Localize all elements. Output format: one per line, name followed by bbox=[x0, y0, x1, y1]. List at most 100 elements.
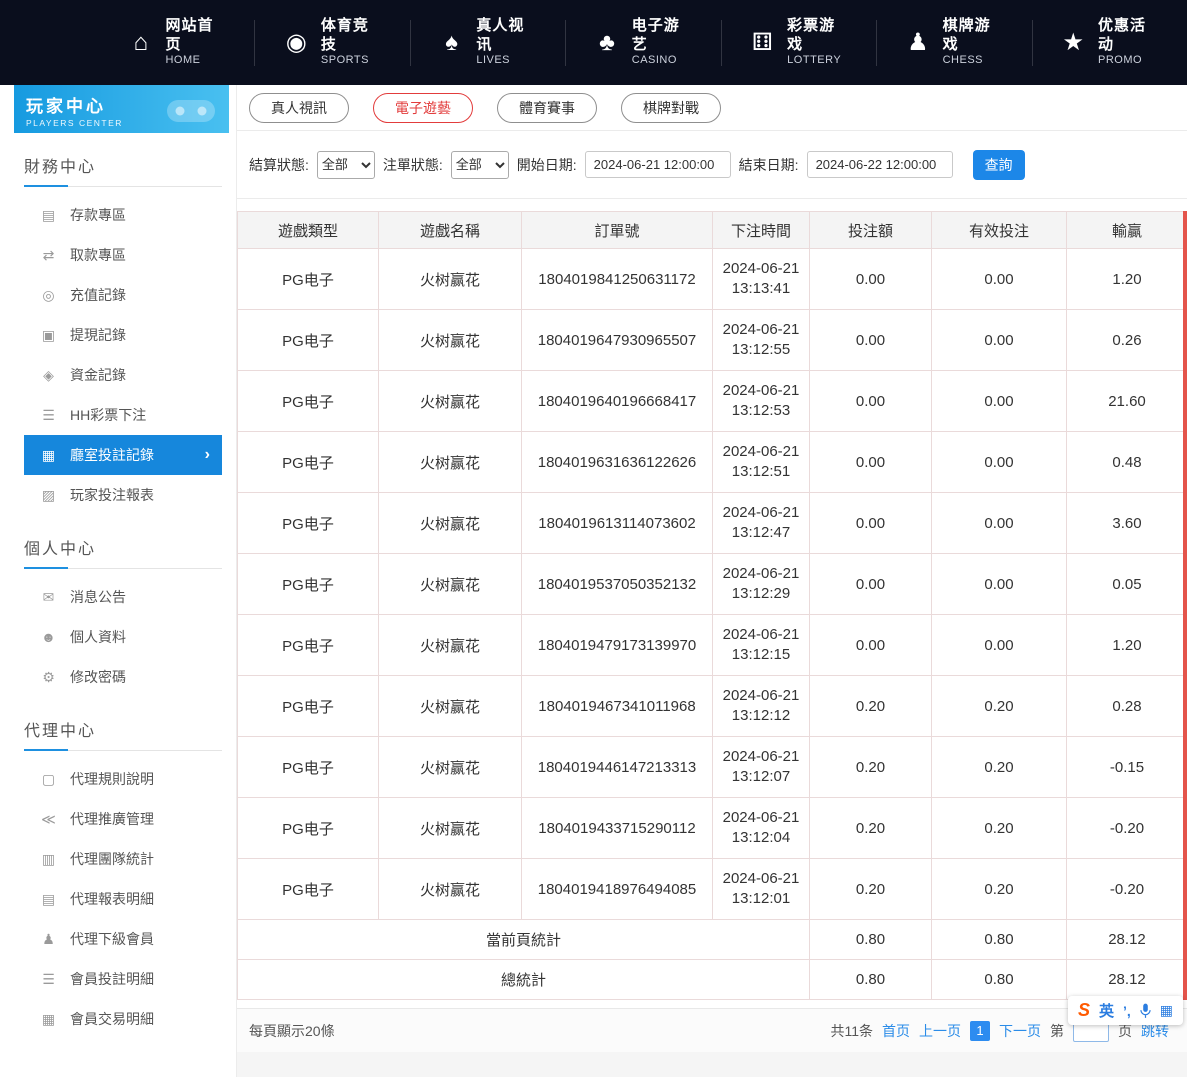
end-date-input[interactable] bbox=[807, 151, 953, 178]
bet-time: 13:12:04 bbox=[718, 828, 804, 848]
sidebar-section-title: 個人中心 bbox=[24, 535, 222, 569]
sidebar-item-funds-records[interactable]: ◈資金記錄 bbox=[24, 355, 222, 395]
valid-bet-cell: 0.00 bbox=[932, 554, 1067, 615]
bet-amount-cell: 0.20 bbox=[810, 676, 932, 737]
nav-item-home[interactable]: ⌂网站首页HOME bbox=[100, 20, 255, 66]
game-type-cell: PG电子 bbox=[238, 432, 379, 493]
tab-live-video[interactable]: 真人視訊 bbox=[249, 93, 349, 123]
microphone-icon[interactable] bbox=[1140, 1003, 1151, 1019]
order-status-select[interactable]: 全部 bbox=[451, 151, 509, 179]
order-no-cell: 1804019640196668417 bbox=[522, 371, 713, 432]
agent-team-stats-icon: ▥ bbox=[40, 851, 57, 868]
sidebar-item-agent-sub-members[interactable]: ♟代理下級會員 bbox=[24, 919, 222, 959]
nav-label-en: CHESS bbox=[943, 54, 1006, 68]
game-type-cell: PG电子 bbox=[238, 371, 379, 432]
game-name-cell: 火树赢花 bbox=[379, 554, 522, 615]
ime-punctuation-icon[interactable]: ’, bbox=[1123, 1003, 1131, 1019]
bet-time: 13:12:15 bbox=[718, 645, 804, 665]
bet-date: 2024-06-21 bbox=[718, 747, 804, 767]
bet-time-cell: 2024-06-2113:12:04 bbox=[713, 798, 810, 859]
settle-status-select[interactable]: 全部 bbox=[317, 151, 375, 179]
start-date-input[interactable] bbox=[585, 151, 731, 178]
sidebar-item-withdraw-zone[interactable]: ⇄取款專區 bbox=[24, 235, 222, 275]
sidebar-item-recharge-records[interactable]: ◎充值記錄 bbox=[24, 275, 222, 315]
nav-item-casino[interactable]: ♣电子游艺CASINO bbox=[566, 20, 721, 66]
nav-item-lottery[interactable]: ⚅彩票游戏LOTTERY bbox=[722, 20, 877, 66]
sidebar-item-label: HH彩票下注 bbox=[70, 405, 146, 425]
bet-date: 2024-06-21 bbox=[718, 381, 804, 401]
sidebar-item-label: 存款專區 bbox=[70, 205, 126, 225]
sidebar-item-room-bet-records[interactable]: ▦廳室投註記錄› bbox=[24, 435, 222, 475]
prev-page-link[interactable]: 上一页 bbox=[919, 1021, 961, 1041]
sidebar-item-member-bet-detail[interactable]: ☰會員投註明細 bbox=[24, 959, 222, 999]
sidebar-item-hh-lottery-bets[interactable]: ☰HH彩票下注 bbox=[24, 395, 222, 435]
table-right-accent bbox=[1183, 211, 1187, 1000]
game-type-cell: PG电子 bbox=[238, 493, 379, 554]
next-page-link[interactable]: 下一页 bbox=[999, 1021, 1041, 1041]
sidebar-item-member-transactions[interactable]: ▦會員交易明細 bbox=[24, 999, 222, 1039]
sidebar-header: 玩家中心 PLAYERS CENTER bbox=[14, 85, 229, 133]
nav-item-lives[interactable]: ♠真人视讯LIVES bbox=[411, 20, 566, 66]
game-type-cell: PG电子 bbox=[238, 615, 379, 676]
sidebar-item-agent-report[interactable]: ▤代理報表明細 bbox=[24, 879, 222, 919]
ime-language-toggle[interactable]: 英 bbox=[1099, 1000, 1114, 1021]
order-no-cell: 1804019537050352132 bbox=[522, 554, 713, 615]
agent-sub-members-icon: ♟ bbox=[40, 931, 57, 948]
column-header: 輸贏 bbox=[1067, 212, 1187, 249]
bet-time-cell: 2024-06-2113:12:01 bbox=[713, 859, 810, 920]
sogou-logo-icon[interactable]: S bbox=[1078, 1000, 1090, 1021]
table-header-row: 遊戲類型遊戲名稱訂單號下注時間投注額有效投注輸贏 bbox=[238, 212, 1187, 249]
bet-amount-cell: 0.00 bbox=[810, 493, 932, 554]
current-page[interactable]: 1 bbox=[970, 1021, 990, 1041]
bet-time-cell: 2024-06-2113:12:53 bbox=[713, 371, 810, 432]
valid-bet-cell: 0.20 bbox=[932, 676, 1067, 737]
sidebar-item-label: 充值記錄 bbox=[70, 285, 126, 305]
nav-item-text: 网站首页HOME bbox=[165, 17, 228, 68]
tab-chess-battle[interactable]: 棋牌對戰 bbox=[621, 93, 721, 123]
summary-label: 總統計 bbox=[238, 960, 810, 1000]
tab-electronic-games[interactable]: 電子遊藝 bbox=[373, 93, 473, 123]
win-loss-cell: 3.60 bbox=[1067, 493, 1187, 554]
bet-time: 13:13:41 bbox=[718, 279, 804, 299]
sidebar-item-agent-promotion[interactable]: ≪代理推廣管理 bbox=[24, 799, 222, 839]
nav-item-sports[interactable]: ◉体育竞技SPORTS bbox=[255, 20, 410, 66]
end-date-label: 結束日期: bbox=[739, 155, 799, 175]
nav-item-promo[interactable]: ★优惠活动PROMO bbox=[1033, 20, 1187, 66]
bet-amount-cell: 0.00 bbox=[810, 371, 932, 432]
sidebar-item-deposit-zone[interactable]: ▤存款專區 bbox=[24, 195, 222, 235]
bet-time: 13:12:12 bbox=[718, 706, 804, 726]
win-loss-cell: 0.05 bbox=[1067, 554, 1187, 615]
sidebar-item-withdraw-records[interactable]: ▣提現記錄 bbox=[24, 315, 222, 355]
member-transactions-icon: ▦ bbox=[40, 1011, 57, 1028]
ime-keyboard-icon[interactable]: ▦ bbox=[1160, 1002, 1173, 1019]
order-no-cell: 1804019446147213313 bbox=[522, 737, 713, 798]
first-page-link[interactable]: 首页 bbox=[882, 1021, 910, 1041]
sidebar: 玩家中心 PLAYERS CENTER 財務中心▤存款專區⇄取款專區◎充值記錄▣… bbox=[0, 85, 237, 1077]
sidebar-item-player-bet-report[interactable]: ▨玩家投注報表 bbox=[24, 475, 222, 515]
win-loss-cell: 1.20 bbox=[1067, 249, 1187, 310]
win-loss-cell: -0.20 bbox=[1067, 859, 1187, 920]
column-header: 下注時間 bbox=[713, 212, 810, 249]
lottery-icon: ⚅ bbox=[748, 31, 777, 55]
bet-amount-total: 0.80 bbox=[810, 920, 932, 960]
bet-amount-cell: 0.00 bbox=[810, 310, 932, 371]
sidebar-item-agent-team-stats[interactable]: ▥代理團隊統計 bbox=[24, 839, 222, 879]
game-type-cell: PG电子 bbox=[238, 798, 379, 859]
sidebar-item-agent-rules[interactable]: ▢代理規則說明 bbox=[24, 759, 222, 799]
nav-item-chess[interactable]: ♟棋牌游戏CHESS bbox=[877, 20, 1032, 66]
chess-icon: ♟ bbox=[903, 31, 932, 55]
game-name-cell: 火树赢花 bbox=[379, 859, 522, 920]
game-type-cell: PG电子 bbox=[238, 859, 379, 920]
sidebar-item-announcements[interactable]: ✉消息公告 bbox=[24, 577, 222, 617]
table-row: PG电子火树赢花18040194189764940852024-06-2113:… bbox=[238, 859, 1187, 920]
ime-toolbar[interactable]: S 英 ’, ▦ bbox=[1068, 996, 1183, 1025]
tab-sports-events[interactable]: 體育賽事 bbox=[497, 93, 597, 123]
win-loss-cell: 21.60 bbox=[1067, 371, 1187, 432]
table-row: PG电子火树赢花18040195370503521322024-06-2113:… bbox=[238, 554, 1187, 615]
agent-rules-icon: ▢ bbox=[40, 771, 57, 788]
sidebar-item-change-password[interactable]: ⚙修改密碼 bbox=[24, 657, 222, 697]
nav-label-en: SPORTS bbox=[321, 54, 384, 68]
sidebar-item-profile[interactable]: ☻個人資料 bbox=[24, 617, 222, 657]
search-button[interactable]: 查詢 bbox=[973, 150, 1025, 180]
settle-status-label: 結算狀態: bbox=[249, 155, 309, 175]
